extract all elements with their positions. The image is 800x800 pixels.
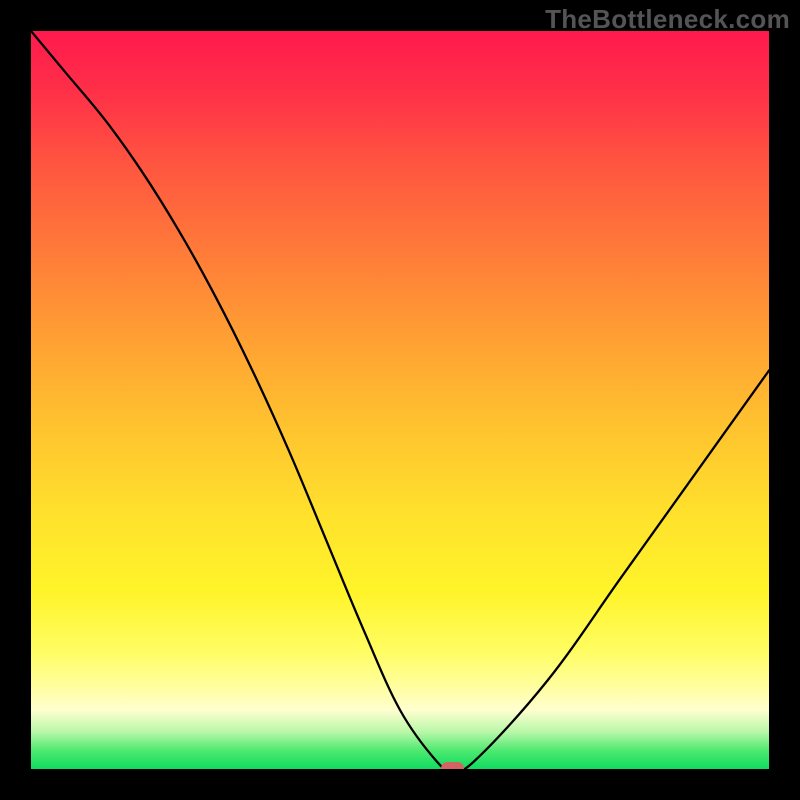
curve-path (31, 31, 769, 769)
optimal-point-marker (441, 762, 464, 769)
watermark-label: TheBottleneck.com (545, 4, 790, 35)
bottleneck-curve (31, 31, 769, 769)
plot-area (31, 31, 769, 769)
chart-frame: TheBottleneck.com (0, 0, 800, 800)
